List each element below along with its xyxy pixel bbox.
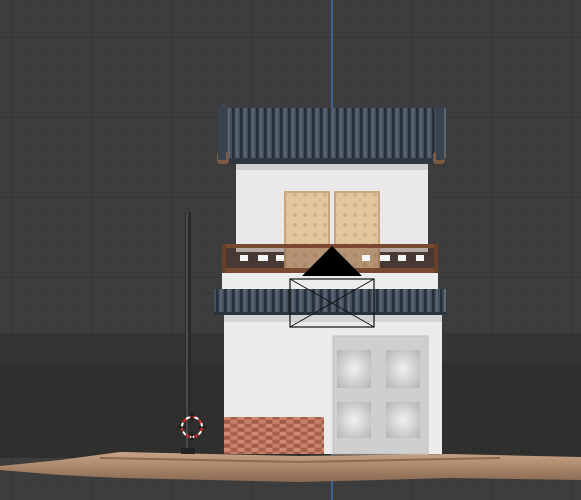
- door[interactable]: [332, 335, 429, 455]
- upper-wall: [236, 162, 428, 252]
- top-roof: [217, 104, 446, 164]
- ground-plane[interactable]: [0, 452, 581, 482]
- brick-patch: [224, 417, 324, 454]
- scene-render[interactable]: [0, 0, 581, 500]
- 3d-viewport[interactable]: [0, 0, 581, 500]
